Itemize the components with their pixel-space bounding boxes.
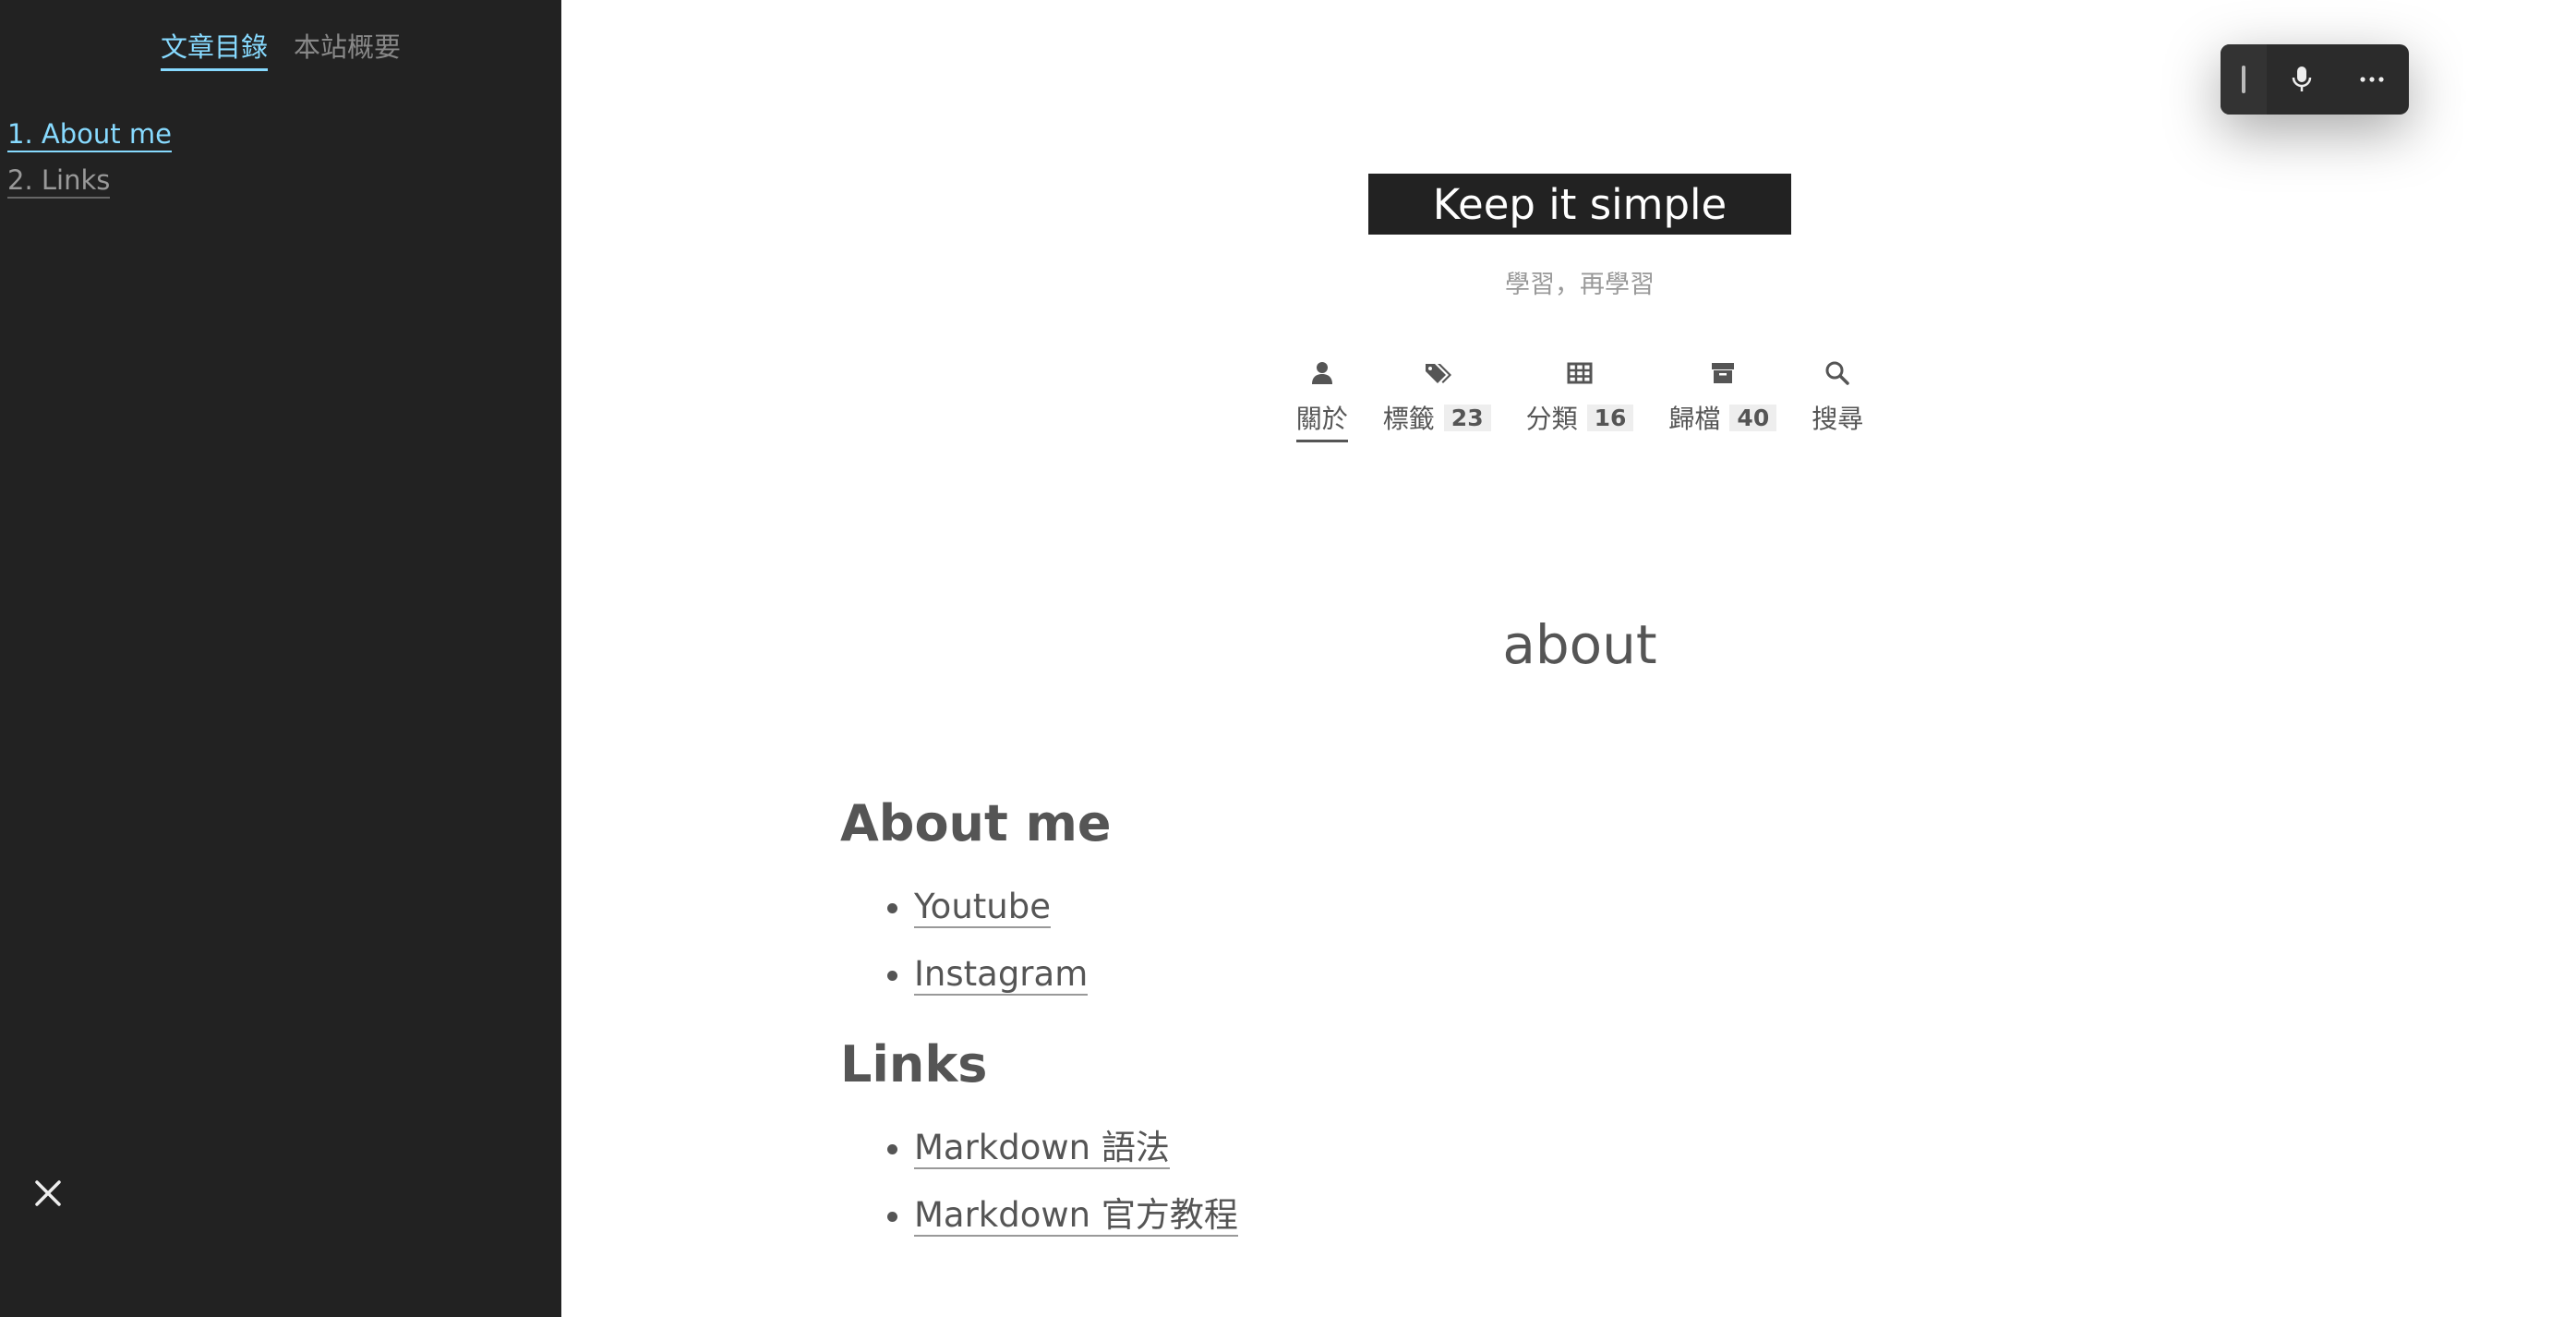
list-item: Markdown 官方教程: [914, 1181, 1948, 1249]
site-title[interactable]: Keep it simple: [1368, 174, 1791, 235]
archive-icon: [1711, 363, 1734, 383]
menu-item-categories[interactable]: 分類 16: [1526, 358, 1634, 442]
post-title: about: [1502, 613, 1657, 676]
main-menu: 關於 標籤 23 分類 16 歸檔 40 搜尋: [1265, 358, 1895, 442]
menu-item-search[interactable]: 搜尋: [1812, 358, 1863, 442]
close-icon[interactable]: [30, 1177, 66, 1214]
menu-label-search: 搜尋: [1812, 404, 1864, 434]
list-item: Markdown 語法: [914, 1114, 1948, 1181]
archives-count-badge: 40: [1729, 404, 1777, 431]
search-icon: [1825, 361, 1849, 385]
youtube-link[interactable]: Youtube: [914, 887, 1051, 928]
user-icon: [1311, 362, 1332, 384]
menu-label-tags: 標籤: [1382, 404, 1435, 434]
grip-icon[interactable]: [2221, 44, 2267, 115]
toc-item-links[interactable]: 2. Links: [7, 157, 172, 203]
tab-toc[interactable]: 文章目錄: [160, 26, 268, 71]
instagram-link[interactable]: Instagram: [914, 954, 1089, 996]
tags-icon: [1426, 364, 1452, 383]
list-item: Youtube: [914, 873, 1948, 940]
toc-item-about-me[interactable]: 1. About me: [7, 111, 172, 157]
menu-item-tags[interactable]: 標籤 23: [1383, 358, 1491, 442]
tags-count-badge: 23: [1443, 404, 1491, 431]
microphone-icon[interactable]: [2267, 44, 2337, 115]
sidebar-tabs: 文章目錄 本站概要: [0, 26, 561, 71]
markdown-tutorial-link[interactable]: Markdown 官方教程: [914, 1195, 1238, 1237]
section-heading-links: Links: [840, 1035, 988, 1093]
floating-toolbar: [2221, 44, 2409, 115]
categories-count-badge: 16: [1586, 404, 1634, 431]
menu-item-about[interactable]: 關於: [1295, 358, 1348, 442]
tab-overview[interactable]: 本站概要: [294, 26, 401, 71]
sidebar: 文章目錄 本站概要 1. About me 2. Links: [0, 0, 561, 1317]
grid-icon: [1567, 362, 1593, 384]
list-item: Instagram: [914, 940, 1948, 1008]
links-list: Markdown 語法 Markdown 官方教程: [840, 1114, 1948, 1249]
menu-label-categories: 分類: [1525, 404, 1578, 434]
markdown-syntax-link[interactable]: Markdown 語法: [914, 1128, 1170, 1169]
menu-label-archives: 歸檔: [1668, 404, 1721, 434]
menu-label-about: 關於: [1295, 404, 1348, 434]
more-icon[interactable]: [2337, 44, 2407, 115]
about-me-list: Youtube Instagram: [840, 873, 1948, 1008]
section-heading-about-me: About me: [840, 794, 1112, 852]
site-subtitle: 學習，再學習: [1505, 271, 1655, 299]
post-body: About me Youtube Instagram Links Markdow…: [840, 794, 1948, 1276]
table-of-contents: 1. About me 2. Links: [7, 111, 172, 203]
menu-item-archives[interactable]: 歸檔 40: [1668, 358, 1777, 442]
